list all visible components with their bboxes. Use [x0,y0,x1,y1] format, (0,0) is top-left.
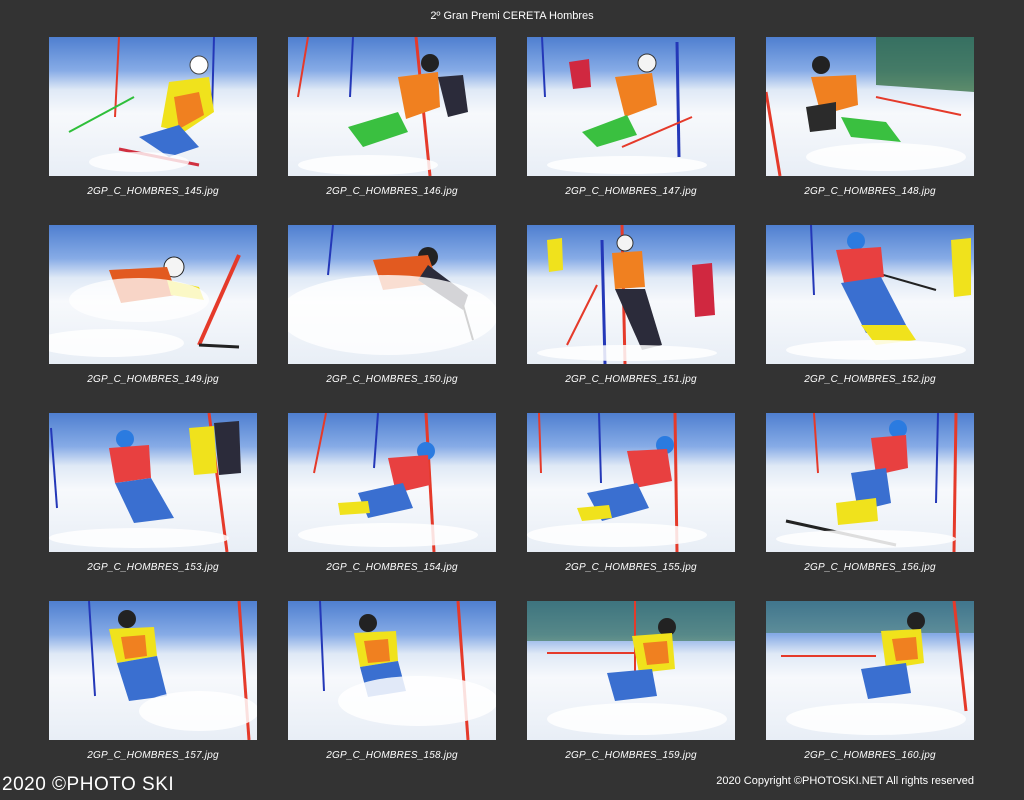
skier-photo-image [88,601,257,740]
photo-thumbnail[interactable] [766,225,974,364]
thumbnail-cell: 2GP_C_HOMBRES_158.jpg [288,601,496,789]
thumbnail-filename: 2GP_C_HOMBRES_160.jpg [804,750,936,761]
thumbnail-cell: 2GP_C_HOMBRES_150.jpg [288,225,496,413]
thumbnail-filename: 2GP_C_HOMBRES_150.jpg [326,374,458,385]
skier-photo-image [288,225,496,355]
thumbnail-cell: 2GP_C_HOMBRES_146.jpg [288,37,496,225]
thumbnail-cell: 2GP_C_HOMBRES_151.jpg [527,225,735,413]
thumbnail-filename: 2GP_C_HOMBRES_155.jpg [565,562,697,573]
thumbnail-cell: 2GP_C_HOMBRES_154.jpg [288,413,496,601]
copyright-text: 2020 Copyright ©PHOTOSKI.NET All rights … [716,775,974,787]
thumbnail-filename: 2GP_C_HOMBRES_146.jpg [326,186,458,197]
photo-thumbnail[interactable] [288,413,496,552]
skier-photo-image [527,601,735,735]
watermark-text: 2020 ©PHOTO SKI [2,774,175,795]
photo-thumbnail[interactable] [766,37,974,176]
thumbnail-filename: 2GP_C_HOMBRES_145.jpg [87,186,219,197]
thumbnail-cell: 2GP_C_HOMBRES_153.jpg [49,413,257,601]
thumbnail-cell: 2GP_C_HOMBRES_152.jpg [766,225,974,413]
skier-photo-image [49,413,241,552]
thumbnail-filename: 2GP_C_HOMBRES_149.jpg [87,374,219,385]
photo-thumbnail[interactable] [49,37,257,176]
thumbnail-cell: 2GP_C_HOMBRES_145.jpg [49,37,257,225]
photo-thumbnail[interactable] [527,601,735,740]
skier-photo-image [319,601,496,740]
photo-thumbnail[interactable] [766,413,974,552]
page-title: 2º Gran Premi CERETA Hombres [430,10,594,22]
thumbnail-cell: 2GP_C_HOMBRES_159.jpg [527,601,735,789]
photo-thumbnail[interactable] [288,37,496,176]
thumbnail-cell: 2GP_C_HOMBRES_149.jpg [49,225,257,413]
thumbnail-grid: 2GP_C_HOMBRES_145.jpg 2GP_C_HOMBRES_146.… [49,37,975,789]
thumbnail-cell: 2GP_C_HOMBRES_156.jpg [766,413,974,601]
thumbnail-filename: 2GP_C_HOMBRES_158.jpg [326,750,458,761]
thumbnail-filename: 2GP_C_HOMBRES_152.jpg [804,374,936,385]
skier-photo-image [298,413,478,552]
photo-thumbnail[interactable] [49,225,257,364]
photo-thumbnail[interactable] [288,225,496,364]
skier-photo-image [537,225,717,364]
thumbnail-filename: 2GP_C_HOMBRES_147.jpg [565,186,697,197]
skier-photo-image [49,254,241,357]
thumbnail-cell: 2GP_C_HOMBRES_148.jpg [766,37,974,225]
photo-thumbnail[interactable] [527,225,735,364]
thumbnail-cell: 2GP_C_HOMBRES_155.jpg [527,413,735,601]
thumbnail-cell: 2GP_C_HOMBRES_147.jpg [527,37,735,225]
thumbnail-cell: 2GP_C_HOMBRES_157.jpg [49,601,257,789]
thumbnail-filename: 2GP_C_HOMBRES_156.jpg [804,562,936,573]
skier-photo-image [766,37,974,176]
photo-thumbnail[interactable] [766,601,974,740]
skier-photo-image [766,601,974,735]
photo-thumbnail[interactable] [49,413,257,552]
skier-photo-image [786,225,971,360]
thumbnail-filename: 2GP_C_HOMBRES_148.jpg [804,186,936,197]
photo-thumbnail[interactable] [527,413,735,552]
thumbnail-cell: 2GP_C_HOMBRES_160.jpg [766,601,974,789]
skier-photo-image [68,37,215,172]
thumbnail-filename: 2GP_C_HOMBRES_153.jpg [87,562,219,573]
thumbnail-filename: 2GP_C_HOMBRES_154.jpg [326,562,458,573]
thumbnail-filename: 2GP_C_HOMBRES_157.jpg [87,750,219,761]
skier-photo-image [297,37,468,176]
thumbnail-filename: 2GP_C_HOMBRES_159.jpg [565,750,697,761]
photo-thumbnail[interactable] [288,601,496,740]
skier-photo-image [527,413,707,552]
photo-thumbnail[interactable] [527,37,735,176]
skier-photo-image [541,37,707,174]
photo-thumbnail[interactable] [49,601,257,740]
thumbnail-filename: 2GP_C_HOMBRES_151.jpg [565,374,697,385]
skier-photo-image [776,413,958,552]
